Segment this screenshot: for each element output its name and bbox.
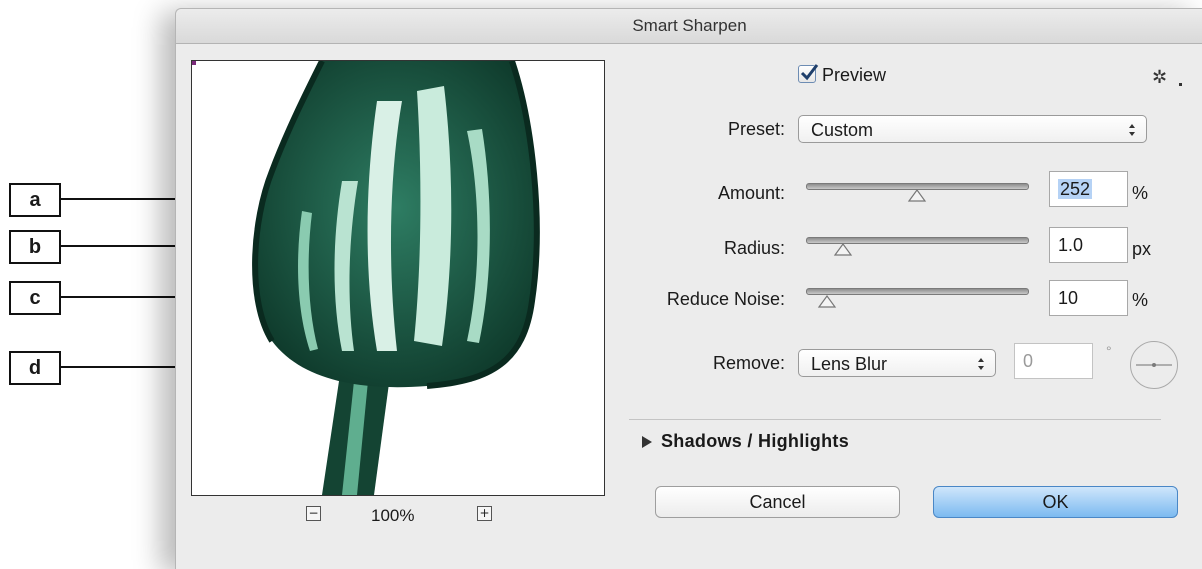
remove-select[interactable]: Lens Blur — [798, 349, 996, 377]
preview-label: Preview — [822, 65, 887, 85]
zoom-out-button[interactable]: − — [306, 506, 321, 521]
angle-dial[interactable] — [1130, 341, 1178, 389]
reduce-noise-slider-track[interactable] — [806, 288, 1029, 295]
preset-select[interactable]: Custom — [798, 115, 1147, 143]
remove-value: Lens Blur — [811, 354, 888, 374]
ok-button[interactable]: OK — [933, 486, 1178, 518]
reduce-noise-input[interactable]: 10 — [1049, 280, 1128, 316]
disclosure-triangle-icon[interactable] — [642, 436, 652, 448]
preview-checkbox[interactable] — [798, 64, 819, 83]
angle-dial-icon — [1136, 363, 1172, 367]
amount-unit: % — [1132, 183, 1149, 203]
angle-degree-symbol: ° — [1106, 343, 1112, 359]
zoom-level: 100% — [371, 506, 415, 525]
dialog-title: Smart Sharpen — [176, 9, 1202, 44]
shadows-highlights-toggle[interactable]: Shadows / Highlights — [661, 431, 849, 452]
gear-menu-caret — [1179, 83, 1182, 86]
reduce-noise-label: Reduce Noise: — [666, 289, 785, 309]
amount-slider-thumb[interactable] — [907, 188, 927, 202]
stepper-arrows-icon — [1129, 124, 1135, 136]
radius-slider-thumb[interactable] — [833, 242, 853, 256]
radius-unit: px — [1132, 239, 1152, 259]
reduce-noise-slider-thumb[interactable] — [817, 294, 837, 308]
checkmark-icon — [800, 64, 819, 81]
callout-a: a — [9, 183, 61, 217]
zoom-in-button[interactable]: + — [477, 506, 492, 521]
callout-c: c — [9, 281, 61, 315]
remove-label: Remove: — [712, 353, 785, 373]
amount-input[interactable]: 252 — [1049, 171, 1128, 207]
amount-value: 252 — [1058, 179, 1093, 199]
cancel-button[interactable]: Cancel — [655, 486, 900, 518]
radius-label: Radius: — [723, 238, 785, 258]
callout-d: d — [9, 351, 61, 385]
divider — [629, 419, 1161, 420]
gear-icon[interactable]: ✲ — [1152, 67, 1167, 88]
radius-input[interactable]: 1.0 — [1049, 227, 1128, 263]
stepper-arrows-icon — [978, 358, 984, 370]
preview-image[interactable] — [191, 60, 605, 496]
smart-sharpen-dialog: Smart Sharpen − 100% + Preview ✲ Preset:… — [175, 8, 1202, 569]
reduce-noise-unit: % — [1132, 290, 1149, 310]
preset-label: Preset: — [727, 119, 785, 139]
callout-b: b — [9, 230, 61, 264]
angle-input[interactable]: 0 — [1014, 343, 1093, 379]
preset-value: Custom — [811, 120, 874, 140]
amount-label: Amount: — [717, 183, 785, 203]
